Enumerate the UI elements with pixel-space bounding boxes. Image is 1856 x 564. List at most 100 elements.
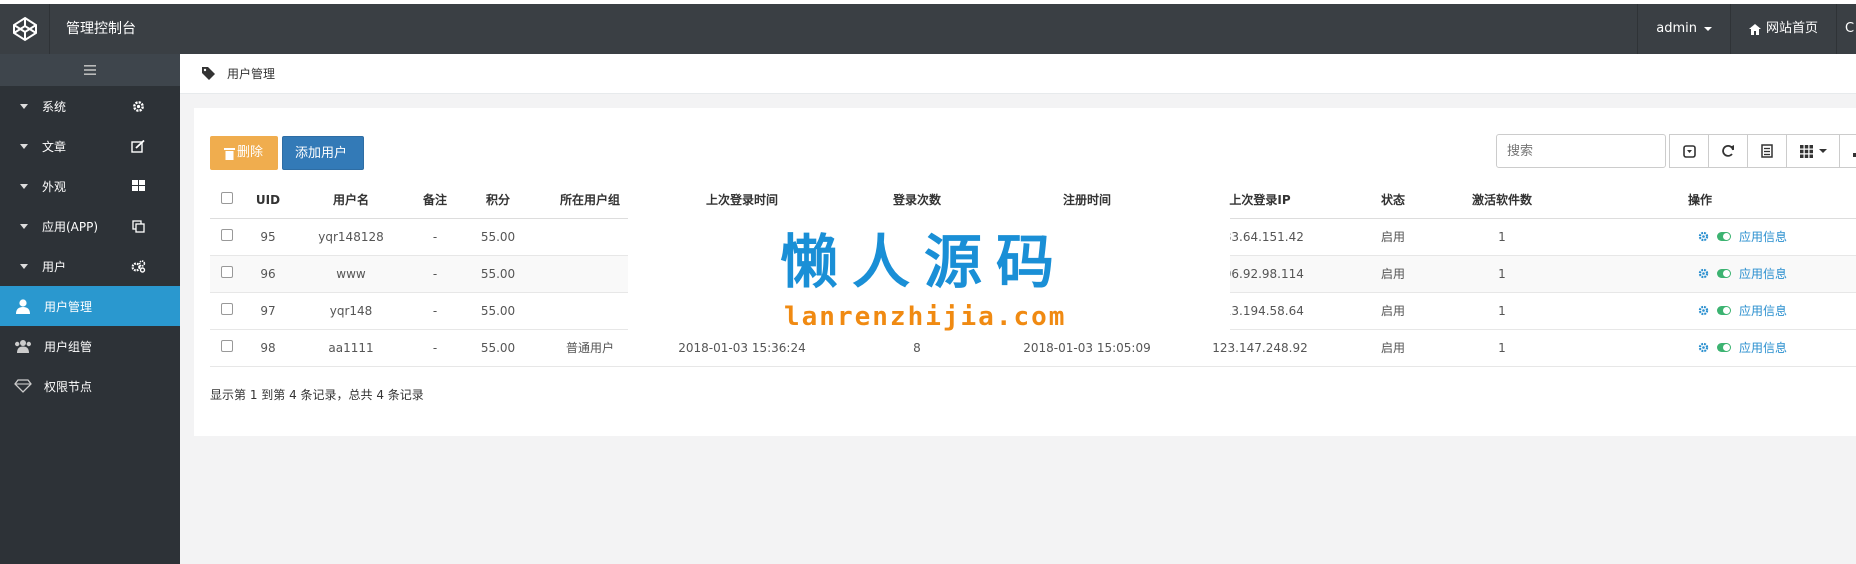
column-header[interactable]: 激活软件数 xyxy=(1446,182,1558,219)
row-checkbox[interactable] xyxy=(221,340,233,352)
column-header[interactable]: 积分 xyxy=(460,182,536,219)
column-header[interactable]: 用户名 xyxy=(292,182,410,219)
status-toggle[interactable] xyxy=(1717,269,1731,278)
export-button[interactable] xyxy=(1839,134,1856,168)
cell-points: 55.00 xyxy=(460,329,536,367)
app-info-link[interactable]: 应用信息 xyxy=(1739,302,1787,319)
codepen-logo-icon xyxy=(12,16,37,42)
cell-ip: 123.147.248.92 xyxy=(1180,329,1340,367)
sidebar-item-permission-nodes[interactable]: 权限节点 xyxy=(0,366,180,406)
toggle-view-button[interactable] xyxy=(1747,134,1787,168)
tag-icon xyxy=(202,67,215,80)
app-title: 管理控制台 xyxy=(66,21,136,37)
overflow-menu[interactable]: C xyxy=(1836,4,1856,54)
watermark-url: lanrenzhijia.com xyxy=(784,302,1067,332)
cell-group: 普通用户 xyxy=(536,329,644,367)
settings-gear-icon[interactable] xyxy=(1698,305,1709,316)
sidebar-group-app[interactable]: 应用(APP) xyxy=(0,206,180,246)
sidebar-item-label: 权限节点 xyxy=(44,379,93,394)
row-checkbox[interactable] xyxy=(221,303,233,315)
sidebar-group-label: 系统 xyxy=(42,99,67,114)
delete-button[interactable]: 删除 xyxy=(210,136,278,170)
cell-status[interactable]: 启用 xyxy=(1340,292,1446,330)
home-icon xyxy=(1748,23,1761,35)
cell-username: yqr148128 xyxy=(292,218,410,256)
column-header[interactable]: 备注 xyxy=(410,182,460,219)
sidebar-group-system[interactable]: 系统 xyxy=(0,86,180,126)
sidebar-item-label: 用户管理 xyxy=(44,299,93,314)
cell-actions: 应用信息 xyxy=(1558,329,1856,367)
app-info-link[interactable]: 应用信息 xyxy=(1739,265,1787,282)
refresh-button[interactable] xyxy=(1708,134,1748,168)
home-link[interactable]: 网站首页 xyxy=(1729,4,1836,54)
status-toggle[interactable] xyxy=(1717,306,1731,315)
settings-gear-icon[interactable] xyxy=(1698,342,1709,353)
row-checkbox[interactable] xyxy=(221,266,233,278)
cell-uid: 95 xyxy=(244,218,292,256)
overflow-label: C xyxy=(1845,21,1855,36)
cell-username: yqr148 xyxy=(292,292,410,330)
cell-uid: 96 xyxy=(244,255,292,293)
gear-icon xyxy=(130,99,146,113)
settings-gear-icon[interactable] xyxy=(1698,231,1709,242)
add-user-button[interactable]: 添加用户 xyxy=(282,136,364,170)
status-toggle[interactable] xyxy=(1717,232,1731,241)
hamburger-icon xyxy=(84,65,96,75)
status-toggle[interactable] xyxy=(1717,343,1731,352)
users-icon xyxy=(14,338,32,354)
sidebar-item-user-management[interactable]: 用户管理 xyxy=(0,286,180,326)
caret-down-icon xyxy=(20,263,28,269)
cell-note: - xyxy=(410,255,460,293)
pagination-summary: 显示第 1 到第 4 条记录，总共 4 条记录 xyxy=(210,388,424,402)
cell-activations: 1 xyxy=(1446,292,1558,330)
top-right-nav: admin 网站首页 C xyxy=(1637,4,1856,54)
chevron-down-icon xyxy=(1818,149,1827,153)
cell-username: www xyxy=(292,255,410,293)
sidebar-group-appearance[interactable]: 外观 xyxy=(0,166,180,206)
cell-last-login: 2018-01-03 15:36:24 xyxy=(644,329,840,367)
app-info-link[interactable]: 应用信息 xyxy=(1739,339,1787,356)
delete-button-label: 删除 xyxy=(237,145,264,160)
sidebar-group-article[interactable]: 文章 xyxy=(0,126,180,166)
cell-note: - xyxy=(410,292,460,330)
copy-icon xyxy=(130,219,146,233)
sidebar-item-label: 用户组管 xyxy=(44,339,93,354)
select-all-checkbox[interactable] xyxy=(221,192,233,205)
columns-dropdown[interactable] xyxy=(1786,134,1840,168)
app-info-link[interactable]: 应用信息 xyxy=(1739,228,1787,245)
row-select-cell xyxy=(210,218,244,256)
user-icon xyxy=(14,298,32,314)
menu-toggle[interactable] xyxy=(0,54,180,86)
search-input[interactable] xyxy=(1496,134,1666,168)
caret-down-icon xyxy=(20,183,28,189)
trash-icon xyxy=(224,147,235,160)
columns-grid-icon xyxy=(1799,144,1813,158)
cell-activations: 1 xyxy=(1446,329,1558,367)
export-icon xyxy=(1853,152,1856,157)
sidebar: 系统 文章 外观 应用(APP) 用户 用户管理 用户组管 权限节点 xyxy=(0,54,180,564)
table-row: 98 aa1111 - 55.00 普通用户 2018-01-03 15:36:… xyxy=(210,329,1856,367)
column-header[interactable]: UID xyxy=(244,182,292,219)
user-menu[interactable]: admin xyxy=(1637,4,1730,54)
column-header[interactable]: 状态 xyxy=(1340,182,1446,219)
cell-login-count: 8 xyxy=(840,329,994,367)
sidebar-item-user-groups[interactable]: 用户组管 xyxy=(0,326,180,366)
logo[interactable] xyxy=(0,4,50,54)
watermark-title: 懒人源码 xyxy=(780,228,1069,296)
cell-note: - xyxy=(410,218,460,256)
settings-gear-icon[interactable] xyxy=(1698,268,1709,279)
list-icon xyxy=(1761,144,1773,158)
diamond-icon xyxy=(14,378,32,394)
toggle-pagination-button[interactable] xyxy=(1669,134,1709,168)
row-checkbox[interactable] xyxy=(221,229,233,241)
chevron-down-icon xyxy=(1703,27,1712,31)
cell-uid: 97 xyxy=(244,292,292,330)
sidebar-group-user[interactable]: 用户 xyxy=(0,246,180,286)
cell-status[interactable]: 启用 xyxy=(1340,255,1446,293)
cell-uid: 98 xyxy=(244,329,292,367)
refresh-icon xyxy=(1722,145,1734,157)
column-header[interactable]: 操作 xyxy=(1558,182,1856,219)
cell-status[interactable]: 启用 xyxy=(1340,218,1446,256)
grid-icon xyxy=(130,179,146,193)
cell-status[interactable]: 启用 xyxy=(1340,329,1446,367)
